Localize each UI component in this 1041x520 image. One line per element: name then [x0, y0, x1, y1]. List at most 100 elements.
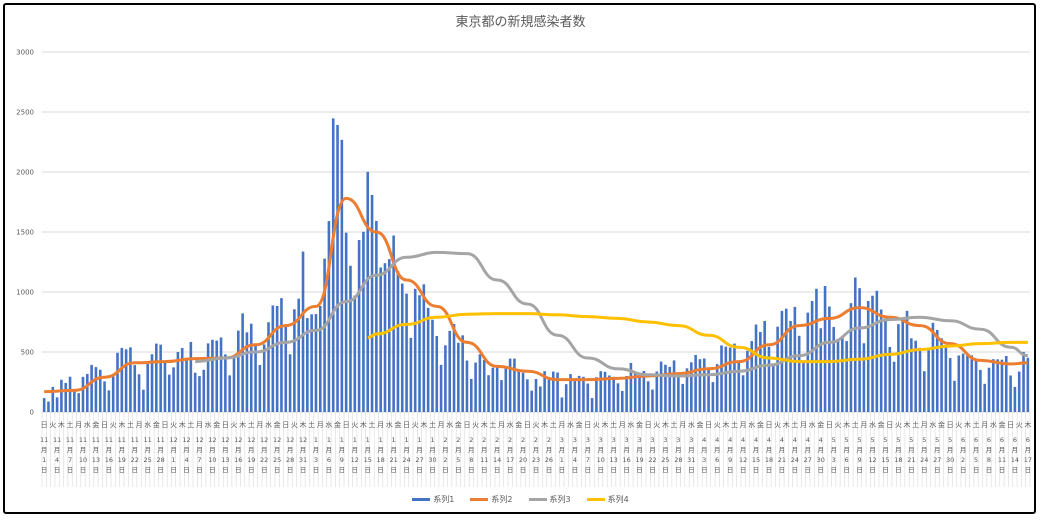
- bar: [215, 340, 219, 412]
- bar: [146, 363, 149, 412]
- weekday-label: 木: [843, 420, 850, 429]
- bar: [923, 371, 926, 412]
- bar: [60, 379, 63, 412]
- bar: [344, 232, 348, 412]
- date-label: 3月28日: [674, 436, 683, 474]
- bar: [711, 382, 715, 412]
- weekday-label: 日: [343, 421, 350, 429]
- bar: [275, 305, 279, 412]
- date-label: 12月22日: [260, 436, 269, 474]
- bar: [728, 347, 732, 412]
- date-label: 11月13日: [91, 436, 101, 474]
- bar: [664, 364, 667, 412]
- bar: [901, 320, 905, 412]
- date-label: 11月19日: [117, 436, 126, 474]
- bar: [534, 379, 538, 412]
- y-tick-label: 2000: [16, 169, 34, 177]
- bar: [163, 361, 167, 412]
- weekday-label: 木: [541, 420, 548, 429]
- bar: [357, 240, 361, 412]
- bar: [137, 374, 141, 412]
- bar: [366, 171, 370, 412]
- weekday-label: 土: [248, 420, 255, 429]
- weekday-label: 木: [602, 420, 609, 429]
- bar: [336, 124, 339, 413]
- legend-label: 系列2: [491, 495, 513, 504]
- bar: [521, 372, 525, 412]
- date-label: 11月16日: [104, 436, 113, 474]
- date-label: 1月21日: [389, 436, 398, 474]
- date-label: 11月28日: [156, 436, 165, 474]
- date-label: 12月1日: [169, 436, 178, 474]
- date-label: 4月24日: [790, 436, 799, 474]
- bar: [379, 267, 382, 412]
- weekday-label: 土: [369, 420, 376, 429]
- bar: [832, 327, 835, 412]
- bar: [185, 358, 188, 412]
- weekday-label: 火: [291, 421, 298, 429]
- bar: [383, 263, 387, 412]
- bar: [254, 345, 257, 412]
- bar: [759, 331, 762, 412]
- weekday-label: 土: [67, 420, 74, 429]
- bar: [737, 361, 741, 412]
- bar: [690, 362, 693, 412]
- bar: [595, 377, 598, 412]
- bar: [720, 345, 723, 412]
- date-label: 11月22日: [130, 436, 139, 474]
- date-label: 1月15日: [363, 436, 372, 474]
- weekday-label: 月: [196, 421, 203, 429]
- weekday-label: 金: [394, 420, 401, 429]
- weekday-label: 水: [809, 420, 816, 429]
- bar: [940, 338, 943, 412]
- weekday-label: 木: [964, 420, 971, 429]
- weekday-label: 土: [489, 420, 496, 429]
- bar: [1009, 375, 1012, 412]
- weekday-label: 金: [817, 420, 824, 429]
- bar: [862, 343, 866, 412]
- weekday-label: 水: [627, 420, 634, 429]
- weekday-label: 木: [662, 420, 669, 429]
- bar: [875, 290, 879, 412]
- legend-item: 系列3: [528, 494, 571, 505]
- date-label: 6月11日: [997, 436, 1007, 474]
- date-label: 6月2日: [959, 436, 967, 474]
- weekday-label: 日: [41, 421, 48, 429]
- bar: [396, 271, 400, 412]
- bar: [655, 371, 659, 412]
- y-tick-label: 0: [30, 409, 34, 417]
- bar: [129, 347, 132, 412]
- weekday-label: 土: [791, 420, 798, 429]
- weekday-label: 木: [420, 420, 427, 429]
- bar: [724, 346, 728, 412]
- date-label: 1月12日: [350, 436, 359, 474]
- date-label: 3月19日: [635, 436, 644, 474]
- weekday-label: 木: [481, 420, 488, 429]
- bar: [612, 376, 615, 412]
- weekday-label: 月: [981, 421, 988, 429]
- bar: [892, 361, 896, 412]
- date-label: 1月6日: [325, 436, 333, 474]
- weekday-label: 火: [1016, 421, 1023, 429]
- bar: [349, 265, 352, 412]
- bar: [905, 310, 909, 412]
- bar: [966, 355, 969, 412]
- bar: [47, 401, 50, 412]
- bar: [331, 118, 335, 413]
- date-label: 5月24日: [920, 436, 929, 474]
- weekday-label: 火: [110, 421, 117, 429]
- y-tick-label: 3000: [16, 49, 34, 57]
- date-label: 3月31日: [687, 436, 696, 474]
- bar: [547, 379, 551, 412]
- date-label: 1月9日: [338, 436, 346, 474]
- bar: [426, 307, 430, 412]
- date-label: 11月1日: [40, 436, 49, 474]
- bar: [94, 367, 98, 412]
- weekday-label: 金: [274, 420, 281, 429]
- date-label: 4月9日: [726, 436, 734, 474]
- bar: [987, 367, 991, 412]
- bar: [702, 358, 706, 412]
- date-label: 3月13日: [609, 436, 618, 474]
- bar: [271, 305, 275, 412]
- bar: [914, 340, 917, 412]
